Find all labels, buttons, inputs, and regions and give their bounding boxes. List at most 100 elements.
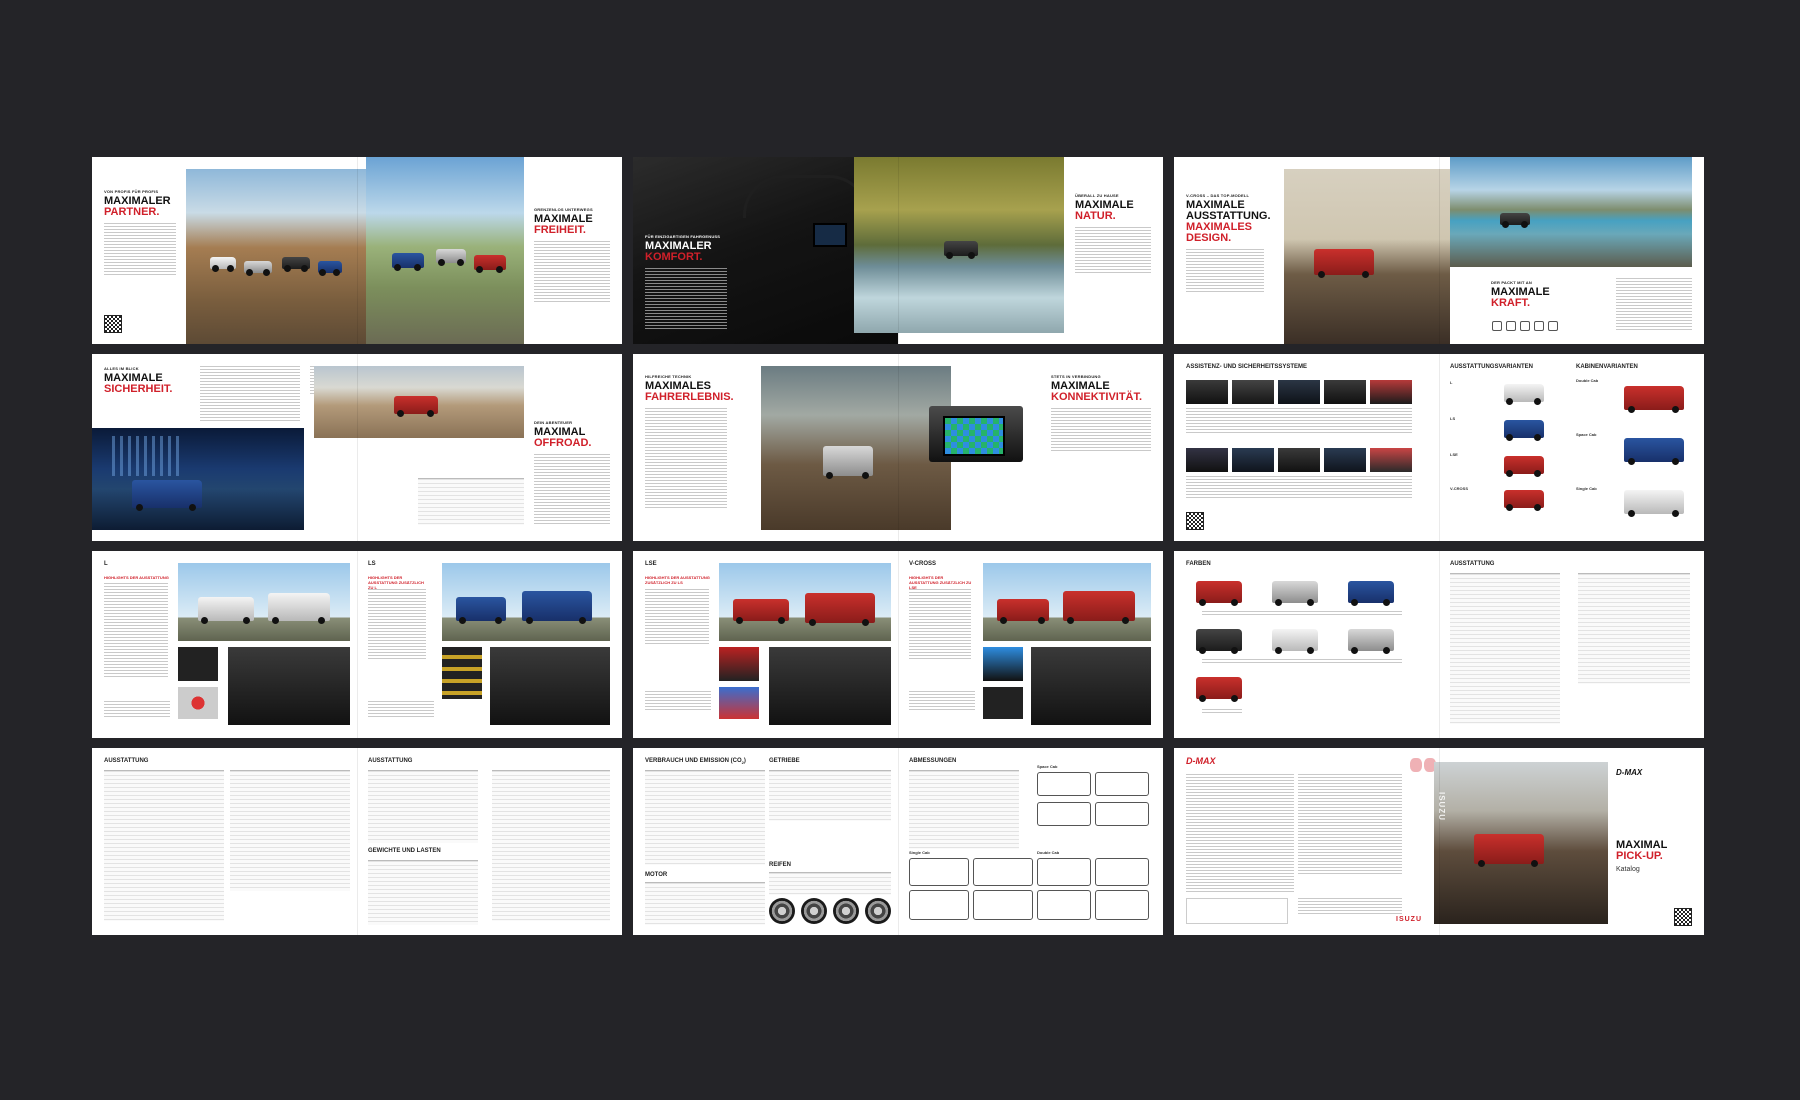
photo-quarry-trucks <box>186 169 366 344</box>
blueprint-drawing <box>909 858 969 886</box>
feature-icon <box>1506 321 1516 331</box>
cabin-truck <box>1624 386 1684 413</box>
section-title: FARBEN <box>1186 561 1211 567</box>
kicker: V-CROSS – DAS TOP-MODELL <box>1186 193 1250 198</box>
headline-red: NATUR. <box>1075 210 1116 222</box>
kicker: ÜBERALL ZU HAUSE <box>1075 193 1119 198</box>
photo-ls-interior <box>490 647 610 725</box>
headline-red: KRAFT. <box>1491 297 1531 309</box>
spread-systeme-varianten: ASSISTENZ- UND SICHERHEITSSYSTEME AUSSTA… <box>1174 354 1704 541</box>
blueprint-drawing <box>1037 858 1091 886</box>
section-title: AUSSTATTUNGSVARIANTEN <box>1450 364 1533 370</box>
section-title: AUSSTATTUNG <box>368 758 413 764</box>
variant-label: LS <box>1450 416 1456 421</box>
variant-label: V-CROSS <box>1450 486 1469 491</box>
variant-truck <box>1504 420 1544 441</box>
body-text <box>1075 227 1151 273</box>
equipment-table <box>492 770 610 921</box>
cabin-label: Double Cab <box>1037 850 1060 855</box>
photo-river-crossing <box>854 157 1064 333</box>
variant-truck <box>1504 456 1544 477</box>
body-text <box>104 223 176 275</box>
qr-code <box>1186 512 1204 530</box>
qr-code <box>1674 908 1692 926</box>
isuzu-logo-vertical: ISUZU <box>1437 792 1446 821</box>
body-text <box>1051 408 1151 452</box>
cabin-label: Single Cab <box>909 850 930 855</box>
kicker: GRENZENLOS UNTERWEGS <box>534 207 593 212</box>
cabin-label: Space Cab <box>1037 764 1058 769</box>
wheel-icon <box>865 898 891 924</box>
blueprint-drawing <box>1095 890 1149 920</box>
headline-red: FREIHEIT. <box>534 224 586 236</box>
highlights-list <box>368 589 426 661</box>
spread-ausstattung-kraft: V-CROSS – DAS TOP-MODELL MAXIMALE AUSSTA… <box>1174 157 1704 344</box>
section-title: GEWICHTE UND LASTEN <box>368 848 441 854</box>
assist-tile <box>1186 448 1228 472</box>
assist-tile <box>1278 380 1320 404</box>
cover-headline-red: PICK-UP. <box>1616 850 1663 862</box>
color-swatch-truck <box>1272 581 1318 606</box>
section-title: AUSSTATTUNG <box>1450 561 1495 567</box>
color-swatch-truck <box>1348 581 1394 606</box>
footnote <box>645 691 711 711</box>
consumption-table <box>645 770 765 865</box>
assist-tile <box>1324 448 1366 472</box>
color-swatch-truck <box>1196 581 1242 606</box>
cabin-label: Single Cab <box>1576 486 1597 491</box>
photo-l-trucks <box>178 563 350 641</box>
qr-code <box>104 315 122 333</box>
photo-desert-drift <box>314 366 524 438</box>
wheel-icon <box>801 898 827 924</box>
assist-tile <box>1370 380 1412 404</box>
kicker: DER PACKT MIT AN <box>1491 280 1532 285</box>
headline-red: DESIGN. <box>1186 232 1232 244</box>
variant-label: L <box>1450 380 1453 385</box>
feature-icon <box>1520 321 1530 331</box>
assist-tile <box>1370 448 1412 472</box>
section-title: GETRIEBE <box>769 758 800 764</box>
feature-icon <box>1548 321 1558 331</box>
kicker: DEIN ABENTEUER <box>534 420 573 425</box>
variant-truck <box>1504 490 1544 511</box>
equipment-table <box>1450 573 1560 724</box>
highlights-title: HIGHLIGHTS DER AUSSTATTUNG ZUSÄTZLICH ZU… <box>368 575 424 590</box>
footnote <box>909 691 975 711</box>
body-text <box>645 268 727 330</box>
blueprint-drawing <box>973 890 1033 920</box>
wheel-icon <box>769 898 795 924</box>
isuzu-logo: ISUZU <box>1396 916 1422 923</box>
section-title: MOTOR <box>645 872 668 878</box>
photo-vcross-detail <box>983 647 1023 681</box>
body-text <box>534 454 610 524</box>
photo-infotainment <box>929 406 1023 462</box>
dealer-stamp <box>1186 898 1288 924</box>
assist-text <box>1186 476 1412 498</box>
legal-text <box>1298 774 1402 874</box>
cover-subtitle: Katalog <box>1616 866 1640 873</box>
cabin-truck <box>1624 438 1684 465</box>
assist-tile <box>1324 380 1366 404</box>
assist-text <box>1186 408 1412 434</box>
headline-red: KONNEKTIVITÄT. <box>1051 391 1143 403</box>
highlights-title: HIGHLIGHTS DER AUSSTATTUNG <box>104 575 169 580</box>
photo-lse-detail <box>719 687 759 719</box>
photo-lse-detail <box>719 647 759 681</box>
kicker: FÜR EINZIGARTIGEN FAHRGENUSS <box>645 234 721 239</box>
equipment-table <box>368 770 478 843</box>
highlights-list <box>104 583 168 679</box>
body-text <box>1186 249 1264 293</box>
body-text <box>1616 278 1692 330</box>
equipment-table <box>104 770 224 921</box>
footnote <box>104 701 170 717</box>
spread-partner-freiheit: VON PROFIS FÜR PROFIS MAXIMALER PARTNER.… <box>92 157 622 344</box>
photo-lake-road <box>1450 157 1692 267</box>
dmax-logo: D-MAX <box>1186 756 1216 766</box>
spec-table <box>418 478 524 525</box>
photo-lse-interior <box>769 647 891 725</box>
equipment-table <box>230 770 350 891</box>
address-text <box>1298 898 1402 914</box>
blueprint-drawing <box>1095 802 1149 826</box>
dimensions-table <box>909 770 1019 849</box>
spread-lse-vcross: LSE HIGHLIGHTS DER AUSSTATTUNG ZUSÄTZLIC… <box>633 551 1163 738</box>
